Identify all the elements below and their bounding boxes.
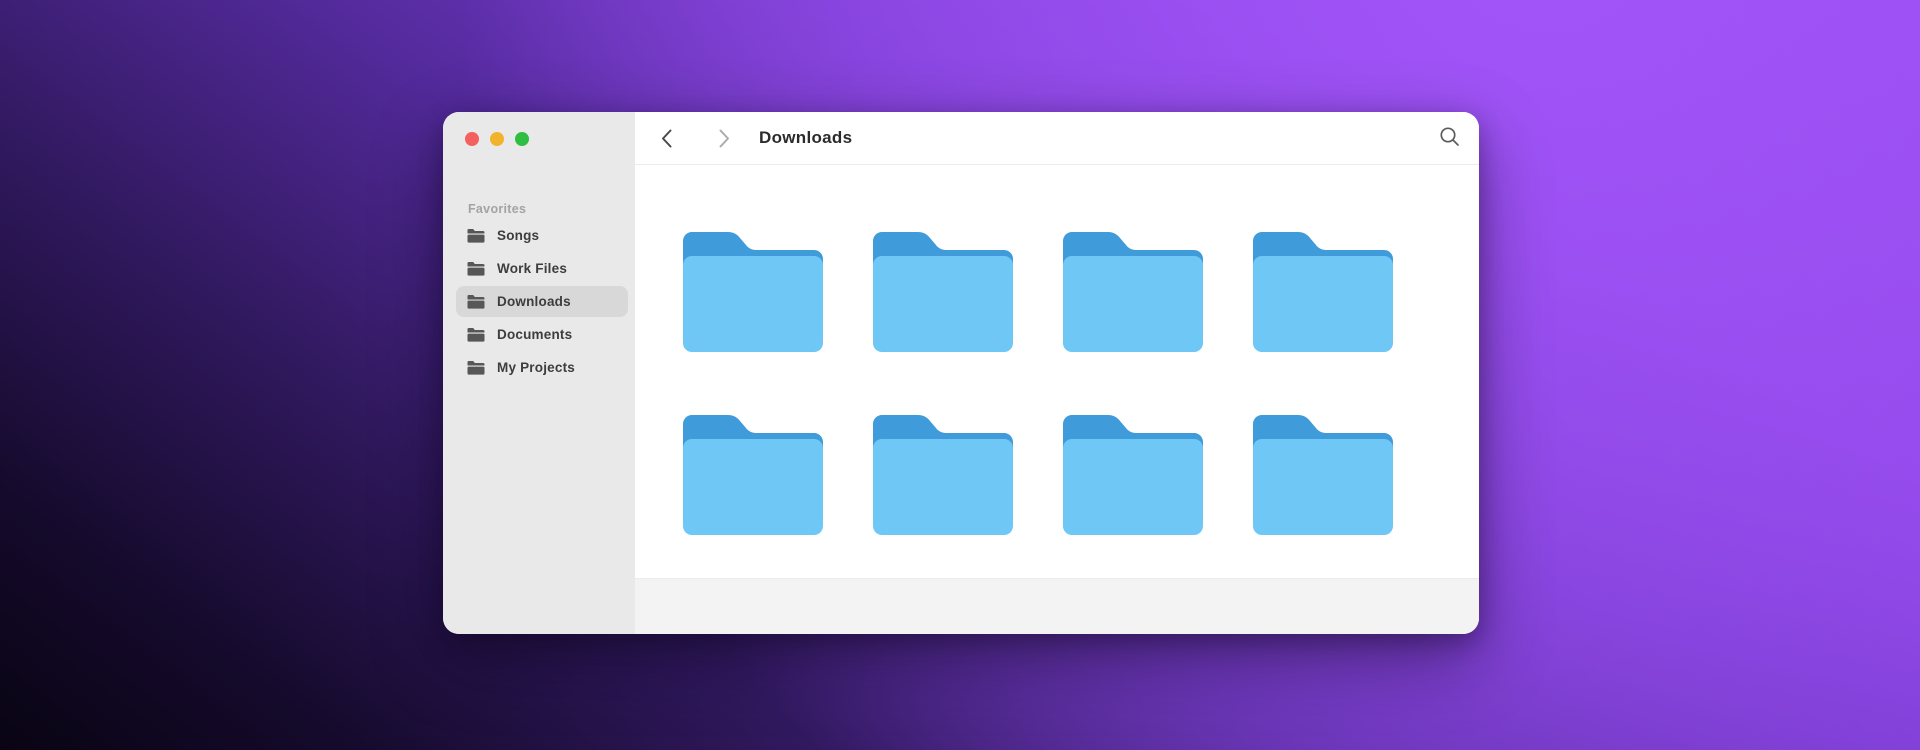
file-view [635, 165, 1479, 578]
sidebar-item-songs[interactable]: Songs [456, 220, 628, 251]
folder-6[interactable] [873, 415, 1013, 535]
folder-8[interactable] [1253, 415, 1393, 535]
forward-button[interactable] [712, 126, 736, 150]
close-button[interactable] [465, 132, 479, 146]
sidebar-item-my-projects[interactable]: My Projects [456, 352, 628, 383]
folder-4[interactable] [1253, 232, 1393, 352]
folder-5[interactable] [683, 415, 823, 535]
sidebar-section-label: Favorites [468, 202, 635, 216]
folder-1[interactable] [683, 232, 823, 352]
sidebar-item-work-files[interactable]: Work Files [456, 253, 628, 284]
folder-icon [467, 295, 485, 309]
folder-grid [683, 232, 1393, 535]
status-bar [635, 578, 1479, 634]
sidebar-item-label: Documents [497, 327, 572, 342]
folder-7[interactable] [1063, 415, 1203, 535]
toolbar: Downloads [635, 112, 1479, 165]
folder-icon [467, 262, 485, 276]
sidebar-item-downloads[interactable]: Downloads [456, 286, 628, 317]
back-button[interactable] [654, 126, 678, 150]
finder-window: Favorites Songs Work Files Downloads Doc… [443, 112, 1479, 634]
sidebar-item-label: Songs [497, 228, 539, 243]
search-button[interactable] [1438, 126, 1462, 150]
chevron-left-icon [661, 129, 672, 148]
sidebar: Favorites Songs Work Files Downloads Doc… [443, 112, 635, 634]
search-icon [1439, 126, 1461, 151]
folder-2[interactable] [873, 232, 1013, 352]
sidebar-item-label: My Projects [497, 360, 575, 375]
zoom-button[interactable] [515, 132, 529, 146]
minimize-button[interactable] [490, 132, 504, 146]
window-controls [443, 132, 635, 146]
page-title: Downloads [759, 128, 852, 148]
sidebar-list: Songs Work Files Downloads Documents My … [443, 220, 635, 385]
chevron-right-icon [719, 129, 730, 148]
folder-icon [467, 328, 485, 342]
sidebar-item-label: Downloads [497, 294, 571, 309]
folder-icon [467, 229, 485, 243]
folder-icon [467, 361, 485, 375]
sidebar-item-documents[interactable]: Documents [456, 319, 628, 350]
sidebar-item-label: Work Files [497, 261, 567, 276]
main-panel: Downloads [635, 112, 1479, 634]
folder-3[interactable] [1063, 232, 1203, 352]
